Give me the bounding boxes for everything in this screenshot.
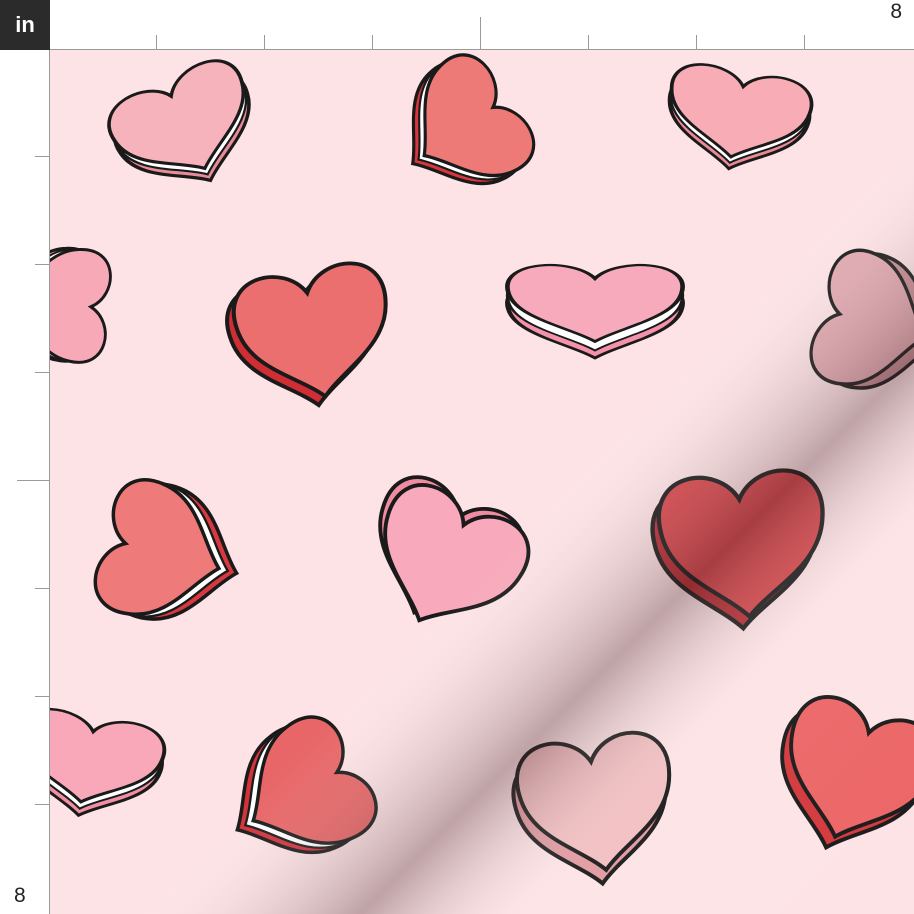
ruler-tick bbox=[35, 804, 49, 805]
ruler-tick bbox=[264, 35, 265, 49]
ruler-tick bbox=[372, 35, 373, 49]
ruler-tick bbox=[588, 35, 589, 49]
ruler-tick bbox=[804, 35, 805, 49]
ruler-tick bbox=[156, 35, 157, 49]
ruler-tick bbox=[35, 264, 49, 265]
left-ruler: 8 bbox=[0, 50, 50, 914]
ruler-tick bbox=[696, 35, 697, 49]
ruler-tick-major bbox=[17, 480, 49, 481]
ruler-tick bbox=[35, 696, 49, 697]
ruler-tick bbox=[35, 588, 49, 589]
fabric-fold-shadow bbox=[50, 50, 914, 914]
ruler-tick bbox=[35, 372, 49, 373]
fabric-swatch bbox=[50, 50, 914, 914]
macaron-pattern bbox=[50, 50, 914, 914]
top-ruler-label: 8 bbox=[890, 0, 902, 23]
ruler-tick-major bbox=[480, 17, 481, 49]
top-ruler: 8 bbox=[50, 0, 914, 50]
unit-label: in bbox=[0, 0, 50, 50]
left-ruler-label: 8 bbox=[14, 884, 26, 907]
ruler-tick bbox=[35, 156, 49, 157]
